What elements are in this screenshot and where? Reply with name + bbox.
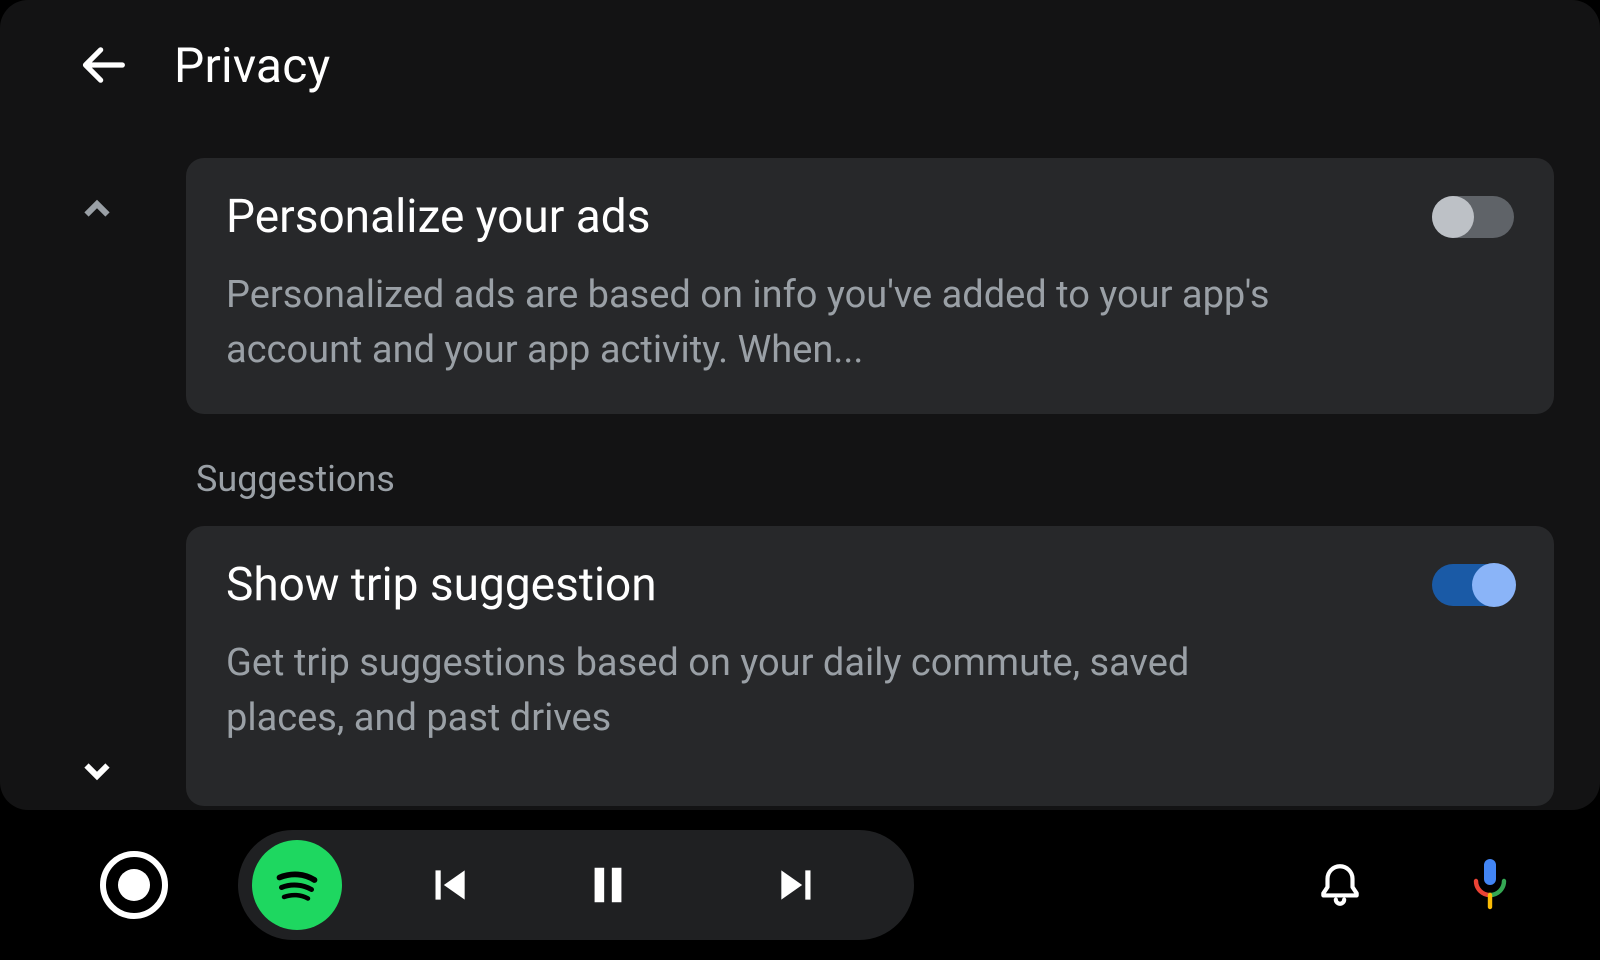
pause-icon xyxy=(585,862,631,908)
scroll-down-button[interactable] xyxy=(77,750,117,790)
page-title: Privacy xyxy=(174,37,330,94)
section-label-suggestions: Suggestions xyxy=(196,458,1554,500)
scroll-up-button[interactable] xyxy=(77,190,117,230)
skip-next-icon xyxy=(773,860,823,910)
settings-surface: Privacy Personalize your ads Personalize… xyxy=(0,0,1600,810)
settings-list: Personalize your ads Personalized ads ar… xyxy=(186,158,1554,810)
mic-icon xyxy=(1466,857,1514,913)
previous-track-button[interactable] xyxy=(388,845,508,925)
spotify-icon xyxy=(267,855,327,915)
setting-description: Personalized ads are based on info you'v… xyxy=(226,268,1276,378)
chevron-up-icon xyxy=(79,192,115,228)
arrow-left-icon xyxy=(79,39,131,91)
skip-previous-icon xyxy=(423,860,473,910)
notifications-button[interactable] xyxy=(1310,855,1370,915)
header: Privacy xyxy=(0,0,1600,130)
back-button[interactable] xyxy=(76,36,134,94)
bell-icon xyxy=(1315,860,1365,910)
setting-title: Show trip suggestion xyxy=(226,558,657,612)
scroll-indicator xyxy=(72,190,122,790)
setting-trip-suggestion[interactable]: Show trip suggestion Get trip suggestion… xyxy=(186,526,1554,806)
personalize-ads-toggle[interactable] xyxy=(1432,196,1514,238)
trip-suggestion-toggle[interactable] xyxy=(1432,564,1514,606)
media-app-icon[interactable] xyxy=(252,840,342,930)
setting-description: Get trip suggestions based on your daily… xyxy=(226,636,1276,746)
chevron-down-icon xyxy=(79,752,115,788)
assistant-mic-button[interactable] xyxy=(1460,855,1520,915)
toggle-knob xyxy=(1472,563,1516,607)
toggle-knob xyxy=(1432,196,1474,238)
setting-personalize-ads[interactable]: Personalize your ads Personalized ads ar… xyxy=(186,158,1554,414)
next-track-button[interactable] xyxy=(738,845,858,925)
media-controls xyxy=(238,830,914,940)
system-bottom-bar xyxy=(0,810,1600,960)
setting-title: Personalize your ads xyxy=(226,190,650,244)
home-button[interactable] xyxy=(100,851,168,919)
play-pause-button[interactable] xyxy=(548,845,668,925)
